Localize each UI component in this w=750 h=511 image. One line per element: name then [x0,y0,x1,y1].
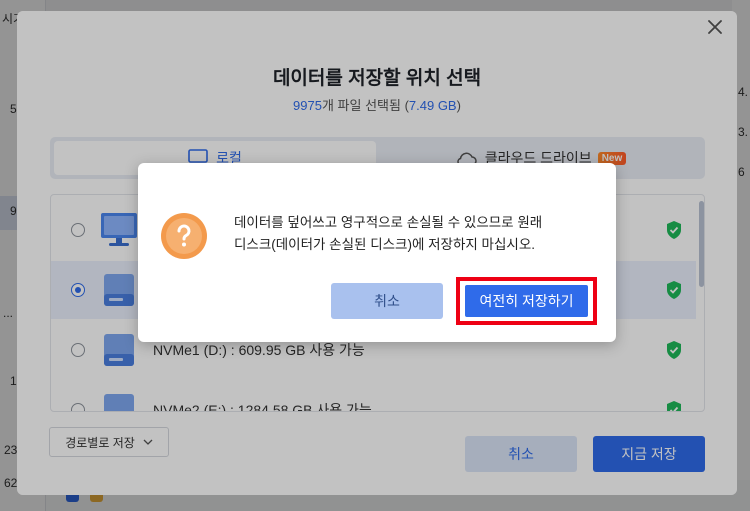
highlight-box: 여전히 저장하기 [456,277,597,325]
warning-line: 데이터를 덮어쓰고 영구적으로 손실될 수 있으므로 원래 [234,215,543,230]
question-icon [161,213,207,259]
overwrite-warning-dialog: 데이터를 덮어쓰고 영구적으로 손실될 수 있으므로 원래 디스크(데이터가 손… [138,163,616,342]
warning-line: 디스크(데이터가 손실된 디스크)에 저장하지 마십시오. [234,237,535,252]
warning-cancel-button[interactable]: 취소 [331,283,443,319]
save-anyway-button[interactable]: 여전히 저장하기 [465,285,588,317]
warning-message: 데이터를 덮어쓰고 영구적으로 손실될 수 있으므로 원래 디스크(데이터가 손… [234,212,594,256]
